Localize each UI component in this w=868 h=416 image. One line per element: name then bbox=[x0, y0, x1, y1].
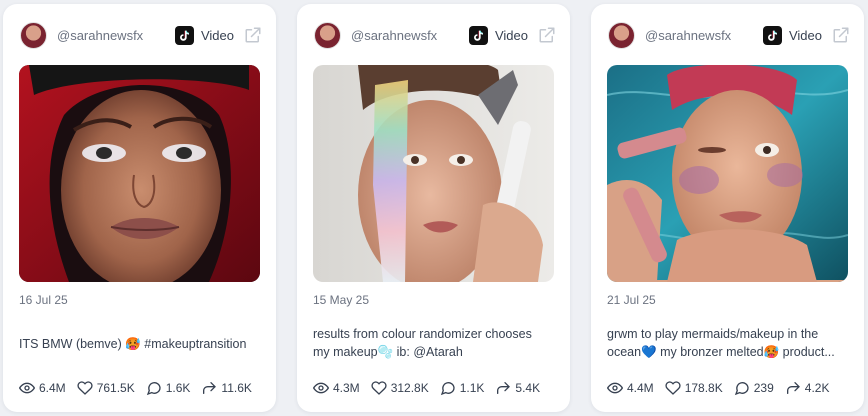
likes-count: 312.8K bbox=[390, 381, 429, 395]
external-link-icon[interactable] bbox=[244, 26, 262, 44]
video-thumbnail[interactable] bbox=[607, 65, 848, 282]
post-card[interactable]: @sarahnewsfx Video bbox=[591, 4, 864, 412]
comments-stat: 239 bbox=[734, 380, 774, 396]
share-icon bbox=[203, 382, 217, 394]
shares-stat: 5.4K bbox=[495, 380, 540, 396]
likes-stat: 178.8K bbox=[665, 380, 723, 396]
post-stats: 4.4M 178.8K 239 4.2K bbox=[607, 379, 854, 397]
creator-handle[interactable]: @sarahnewsfx bbox=[351, 28, 469, 43]
share-icon bbox=[786, 382, 800, 394]
avatar[interactable] bbox=[20, 21, 47, 49]
content-type-label: Video bbox=[788, 27, 822, 43]
heart-icon bbox=[665, 381, 681, 395]
post-date: 15 May 25 bbox=[313, 293, 370, 307]
comments-stat: 1.6K bbox=[146, 380, 191, 396]
content-type-label: Video bbox=[494, 27, 528, 43]
caption-line: results from colour randomizer chooses bbox=[313, 327, 532, 341]
external-link-icon[interactable] bbox=[538, 26, 556, 44]
share-icon bbox=[497, 382, 511, 394]
post-card[interactable]: @sarahnewsfx Video bbox=[297, 4, 570, 412]
shares-stat: 11.6K bbox=[201, 380, 252, 396]
caption-line: grwm to play mermaids/makeup in the bbox=[607, 327, 819, 341]
external-link-icon[interactable] bbox=[832, 26, 850, 44]
post-caption: ITS BMW (bemve) 🥵 #makeuptransition bbox=[19, 335, 260, 353]
video-thumbnail[interactable] bbox=[19, 65, 260, 282]
shares-count: 4.2K bbox=[804, 381, 830, 395]
post-date: 16 Jul 25 bbox=[19, 293, 68, 307]
post-card[interactable]: @sarahnewsfx Video bbox=[3, 4, 276, 412]
comments-count: 1.6K bbox=[165, 381, 191, 395]
heart-icon bbox=[371, 381, 387, 395]
creator-handle[interactable]: @sarahnewsfx bbox=[645, 28, 763, 43]
comment-icon bbox=[146, 382, 161, 396]
comments-stat: 1.1K bbox=[440, 380, 485, 396]
post-date: 21 Jul 25 bbox=[607, 293, 656, 307]
tiktok-icon bbox=[762, 25, 782, 45]
views-count: 4.3M bbox=[333, 381, 360, 395]
post-caption: results from colour randomizer chooses m… bbox=[313, 325, 554, 361]
comments-count: 239 bbox=[753, 381, 774, 395]
post-caption: grwm to play mermaids/makeup in the ocea… bbox=[607, 325, 848, 361]
likes-stat: 312.8K bbox=[371, 380, 429, 396]
likes-count: 178.8K bbox=[684, 381, 723, 395]
views-stat: 4.3M bbox=[313, 380, 360, 396]
eye-icon bbox=[607, 382, 623, 394]
caption-line: my makeup🫧 ib: @Atarah bbox=[313, 345, 463, 359]
caption-line: ocean💙 my bronzer melted🥵 product... bbox=[607, 345, 835, 359]
creator-handle[interactable]: @sarahnewsfx bbox=[57, 28, 175, 43]
views-stat: 6.4M bbox=[19, 380, 66, 396]
comment-icon bbox=[734, 382, 749, 396]
views-count: 6.4M bbox=[39, 381, 66, 395]
comment-icon bbox=[440, 382, 455, 396]
card-header: @sarahnewsfx Video bbox=[314, 20, 556, 50]
views-stat: 4.4M bbox=[607, 380, 654, 396]
post-stats: 6.4M 761.5K 1.6K 11.6K bbox=[19, 379, 266, 397]
caption-line: ITS BMW (bemve) 🥵 #makeuptransition bbox=[19, 337, 247, 351]
eye-icon bbox=[313, 382, 329, 394]
likes-count: 761.5K bbox=[96, 381, 135, 395]
shares-count: 5.4K bbox=[515, 381, 541, 395]
shares-count: 11.6K bbox=[221, 381, 252, 395]
likes-stat: 761.5K bbox=[77, 380, 135, 396]
video-thumbnail[interactable] bbox=[313, 65, 554, 282]
comments-count: 1.1K bbox=[459, 381, 485, 395]
avatar[interactable] bbox=[314, 21, 341, 49]
shares-stat: 4.2K bbox=[785, 380, 830, 396]
content-type-label: Video bbox=[200, 27, 234, 43]
card-header: @sarahnewsfx Video bbox=[20, 20, 262, 50]
tiktok-icon bbox=[468, 25, 488, 45]
card-header: @sarahnewsfx Video bbox=[608, 20, 850, 50]
tiktok-icon bbox=[174, 25, 194, 45]
post-stats: 4.3M 312.8K 1.1K 5.4K bbox=[313, 379, 560, 397]
avatar[interactable] bbox=[608, 21, 635, 49]
heart-icon bbox=[77, 381, 93, 395]
views-count: 4.4M bbox=[627, 381, 654, 395]
eye-icon bbox=[19, 382, 35, 394]
